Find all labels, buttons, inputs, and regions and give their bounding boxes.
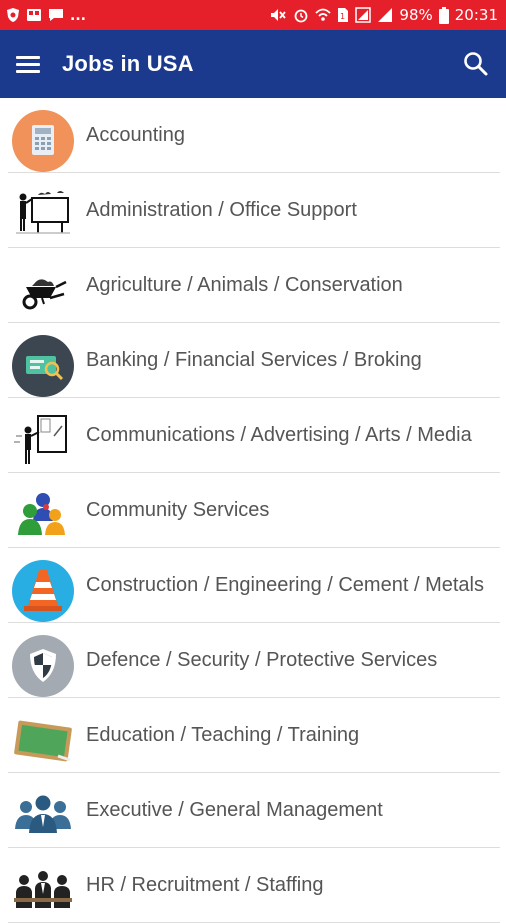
app-bar: Jobs in USA bbox=[0, 30, 506, 98]
signal-strength-icon bbox=[378, 8, 393, 22]
list-item-community-services[interactable]: Community Services bbox=[0, 473, 506, 548]
traffic-cone-icon bbox=[12, 560, 74, 622]
banknote-icon bbox=[12, 335, 74, 397]
search-icon[interactable] bbox=[462, 50, 490, 78]
list-item-label: Executive / General Management bbox=[86, 799, 383, 821]
wheelbarrow-icon bbox=[22, 279, 67, 310]
list-item-hr[interactable]: HR / Recruitment / Staffing bbox=[0, 848, 506, 923]
list-item-label: Community Services bbox=[86, 499, 270, 521]
presentation-board-icon bbox=[16, 191, 70, 234]
list-item-executive[interactable]: Executive / General Management bbox=[0, 773, 506, 848]
battery-percent: 98% bbox=[399, 6, 433, 24]
sim-card-icon: 1 bbox=[338, 8, 349, 22]
executives-icon bbox=[15, 795, 71, 833]
list-item-label: Communications / Advertising / Arts / Me… bbox=[86, 424, 472, 446]
signal-lte-icon bbox=[355, 7, 372, 23]
people-group-icon bbox=[18, 493, 65, 535]
list-item-label: Education / Teaching / Training bbox=[86, 724, 360, 746]
list-item-accounting[interactable]: Accounting bbox=[0, 98, 506, 173]
list-item-label: Defence / Security / Protective Services bbox=[86, 649, 438, 671]
list-item-administration[interactable]: Administration / Office Support bbox=[0, 173, 506, 248]
list-item-label: Banking / Financial Services / Broking bbox=[86, 349, 422, 371]
app-title: Jobs in USA bbox=[62, 51, 194, 76]
system-icons: 1 98% 20:31 bbox=[269, 0, 498, 30]
list-item-label: Agriculture / Animals / Conservation bbox=[86, 274, 403, 296]
clock: 20:31 bbox=[454, 6, 498, 24]
list-item-label: Accounting bbox=[86, 124, 185, 146]
more-notifications: ... bbox=[70, 8, 86, 24]
battery-icon bbox=[438, 6, 449, 24]
recruitment-icon bbox=[14, 871, 72, 908]
list-item-banking[interactable]: Banking / Financial Services / Broking bbox=[0, 323, 506, 398]
calculator-icon bbox=[12, 110, 74, 172]
list-item-construction[interactable]: Construction / Engineering / Cement / Me… bbox=[0, 548, 506, 623]
shield-notification-icon bbox=[7, 8, 19, 22]
list-item-label: Construction / Engineering / Cement / Me… bbox=[86, 574, 484, 596]
svg-text:1: 1 bbox=[340, 12, 345, 21]
list-item-label: HR / Recruitment / Staffing bbox=[86, 874, 324, 896]
shield-icon bbox=[12, 635, 74, 697]
category-list: Accounting Administration / Office Suppo… bbox=[0, 98, 506, 923]
hamburger-menu-icon[interactable] bbox=[16, 52, 42, 76]
message-notification-icon bbox=[49, 9, 63, 21]
list-item-education[interactable]: Education / Teaching / Training bbox=[0, 698, 506, 773]
alarm-icon bbox=[295, 9, 308, 23]
status-bar: ... 1 98% 20:31 bbox=[0, 0, 506, 30]
notification-icons: ... bbox=[6, 0, 86, 30]
list-item-communications[interactable]: Communications / Advertising / Arts / Me… bbox=[0, 398, 506, 473]
list-item-label: Administration / Office Support bbox=[86, 199, 357, 221]
sign-board-icon bbox=[14, 415, 67, 464]
mute-icon bbox=[271, 9, 287, 21]
list-item-defence[interactable]: Defence / Security / Protective Services bbox=[0, 623, 506, 698]
wifi-icon bbox=[315, 8, 332, 21]
photo-notification-icon bbox=[27, 9, 41, 21]
list-item-agriculture[interactable]: Agriculture / Animals / Conservation bbox=[0, 248, 506, 323]
chalkboard-icon bbox=[14, 720, 72, 762]
